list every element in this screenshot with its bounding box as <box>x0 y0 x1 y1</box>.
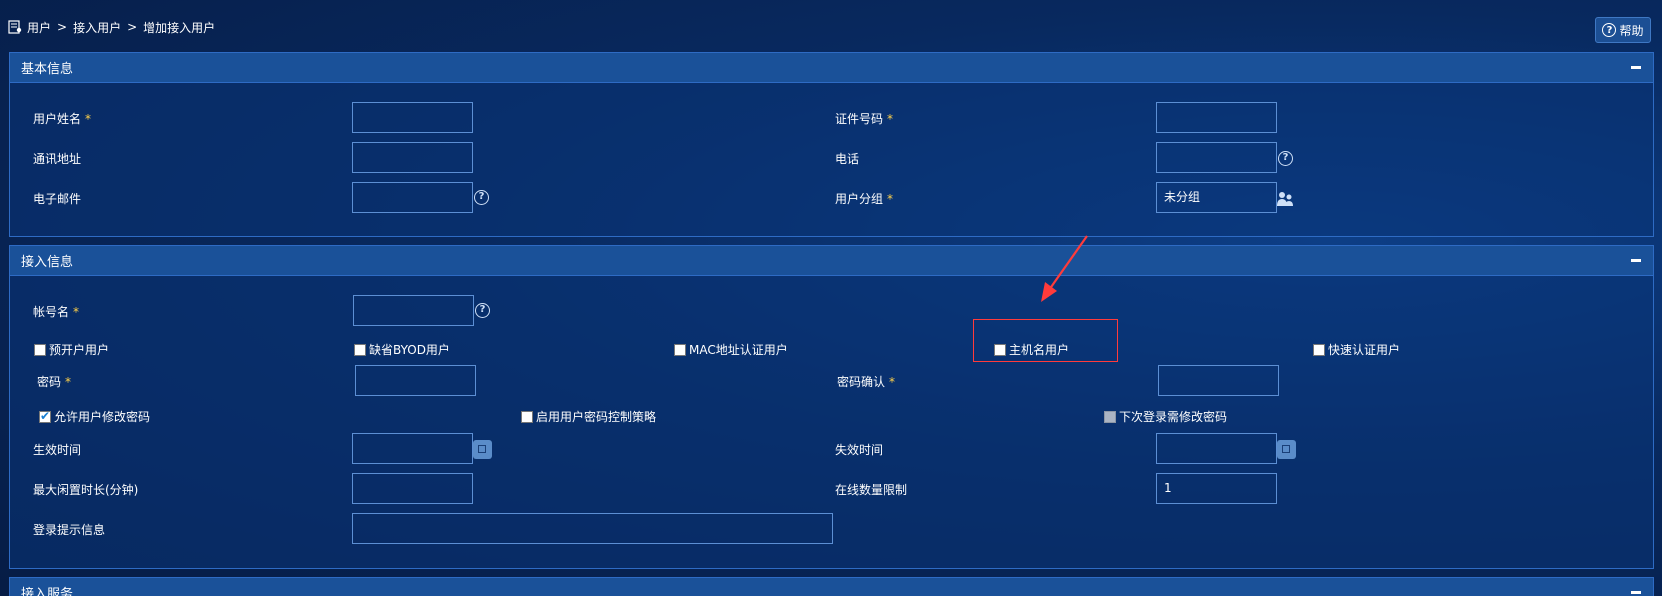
phone-help-icon[interactable]: ? <box>1278 151 1293 166</box>
allow-modify-password-checkbox[interactable]: 允许用户修改密码 <box>39 408 150 425</box>
checkbox-box[interactable] <box>34 343 46 356</box>
help-icon: ? <box>1602 23 1617 37</box>
login-tip-label: 登录提示信息 <box>33 523 106 537</box>
help-label: 帮助 <box>1619 23 1644 38</box>
breadcrumb-separator: > <box>127 20 138 34</box>
max-idle-input[interactable] <box>352 473 473 504</box>
account-help-icon[interactable]: ? <box>475 303 490 318</box>
online-limit-label: 在线数量限制 <box>835 483 908 497</box>
login-tip-input[interactable] <box>352 513 833 544</box>
effective-time-input[interactable] <box>352 433 473 464</box>
password-label: 密码 * <box>37 375 72 389</box>
quick-auth-user-checkbox[interactable]: 快速认证用户 <box>1313 341 1400 358</box>
email-label: 电子邮件 <box>33 192 82 206</box>
calendar-icon[interactable] <box>1277 440 1296 459</box>
effective-time-label: 生效时间 <box>33 443 82 457</box>
account-input[interactable] <box>353 295 474 326</box>
password-confirm-input[interactable] <box>1158 365 1279 396</box>
next-login-modify-password-checkbox[interactable]: 下次登录需修改密码 <box>1104 408 1227 425</box>
checkbox-box[interactable] <box>354 343 366 356</box>
group-input[interactable]: 未分组 <box>1156 182 1277 213</box>
mac-auth-user-checkbox[interactable]: MAC地址认证用户 <box>674 341 788 358</box>
breadcrumb: 用户 > 接入用户 > 增加接入用户 <box>8 19 215 35</box>
password-confirm-label: 密码确认 * <box>837 375 896 389</box>
collapse-icon[interactable] <box>1631 259 1641 262</box>
online-limit-input[interactable]: 1 <box>1156 473 1277 504</box>
annotation-arrow-icon <box>1041 235 1088 302</box>
collapse-icon[interactable] <box>1631 66 1641 69</box>
name-input[interactable] <box>352 102 473 133</box>
user-list-icon <box>8 20 22 34</box>
panel-title: 接入信息 <box>21 255 74 270</box>
address-input[interactable] <box>352 142 473 173</box>
collapse-icon[interactable] <box>1631 591 1641 594</box>
basic-info-panel: 基本信息 <box>9 52 1654 237</box>
highlight-box <box>973 319 1118 362</box>
byod-user-checkbox[interactable]: 缺省BYOD用户 <box>354 341 450 358</box>
id-number-input[interactable] <box>1156 102 1277 133</box>
email-input[interactable] <box>352 182 473 213</box>
preopen-user-checkbox[interactable]: 预开户用户 <box>34 341 109 358</box>
checkbox-box[interactable] <box>521 410 533 423</box>
breadcrumb-item-users[interactable]: 用户 <box>27 19 51 36</box>
top-bar: 用户 > 接入用户 > 增加接入用户 ? 帮助 <box>0 0 1662 50</box>
panel-title: 接入服务 <box>21 587 74 596</box>
account-label: 帐号名 * <box>33 305 80 319</box>
password-input[interactable] <box>355 365 476 396</box>
calendar-icon[interactable] <box>473 440 492 459</box>
email-help-icon[interactable]: ? <box>474 190 489 205</box>
breadcrumb-item-add-access-user: 增加接入用户 <box>143 20 216 35</box>
checkbox-box[interactable] <box>674 343 686 356</box>
password-policy-checkbox[interactable]: 启用用户密码控制策略 <box>521 408 656 425</box>
help-button[interactable]: ? 帮助 <box>1595 17 1651 43</box>
access-service-header[interactable]: 接入服务 <box>10 578 1653 596</box>
group-label: 用户分组 * <box>835 192 894 206</box>
checkbox-box[interactable] <box>39 409 51 423</box>
access-info-header[interactable]: 接入信息 <box>10 246 1653 276</box>
expire-time-label: 失效时间 <box>835 443 884 457</box>
expire-time-input[interactable] <box>1156 433 1277 464</box>
phone-input[interactable] <box>1156 142 1277 173</box>
checkbox-box[interactable] <box>1313 343 1325 356</box>
id-number-label: 证件号码 * <box>835 112 894 126</box>
panel-title: 基本信息 <box>21 62 74 77</box>
breadcrumb-separator: > <box>57 20 68 34</box>
name-label: 用户姓名 * <box>33 112 92 126</box>
group-select-icon[interactable] <box>1276 191 1294 207</box>
max-idle-label: 最大闲置时长(分钟) <box>33 483 139 497</box>
access-service-panel: 接入服务 <box>9 577 1654 596</box>
checkbox-box <box>1104 410 1116 423</box>
breadcrumb-item-access-users[interactable]: 接入用户 <box>73 19 121 36</box>
phone-label: 电话 <box>835 152 860 166</box>
address-label: 通讯地址 <box>33 152 82 166</box>
basic-info-header[interactable]: 基本信息 <box>10 53 1653 83</box>
